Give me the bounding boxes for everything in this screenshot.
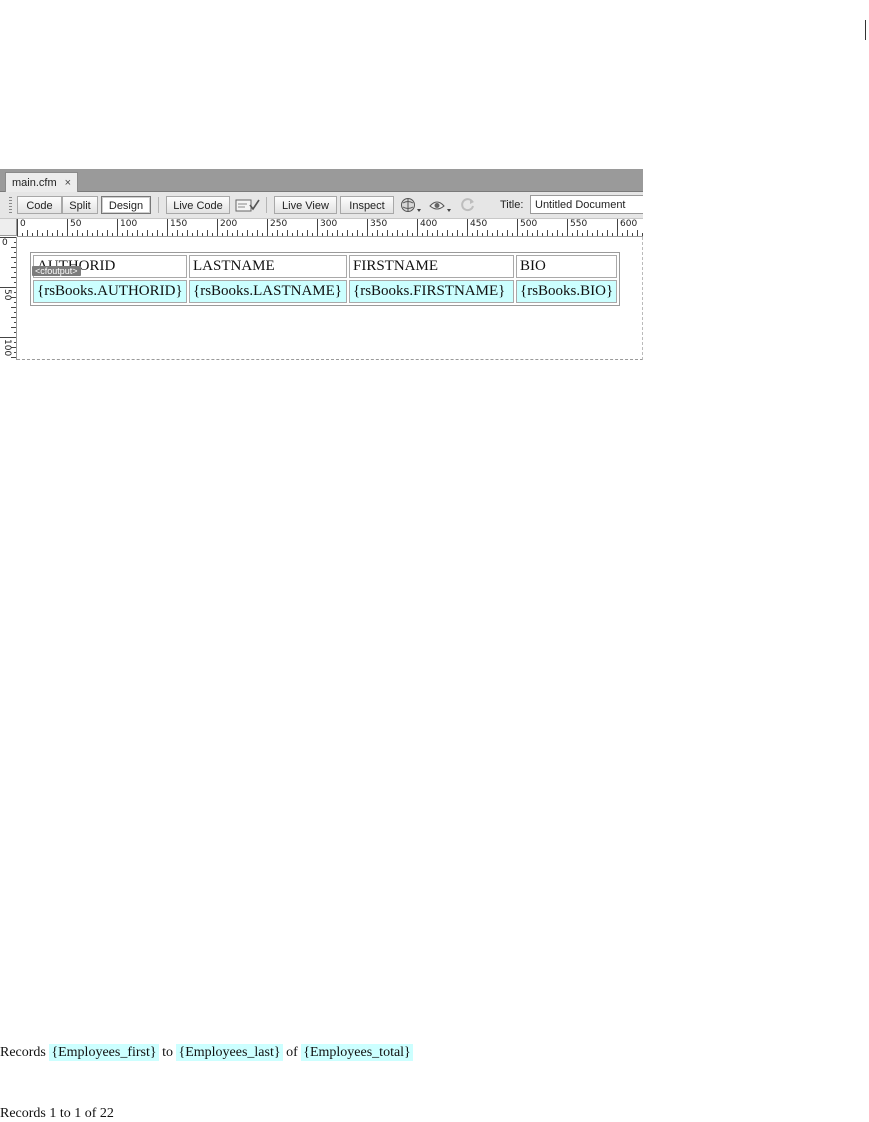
ruler-label: 300 (320, 219, 338, 229)
dynamic-employees-last[interactable]: {Employees_last} (176, 1044, 283, 1061)
cfoutput-tag-badge[interactable]: <cfoutput> (32, 266, 81, 276)
dynamic-cell-firstname[interactable]: {rsBooks.FIRSTNAME} (349, 280, 514, 303)
ruler-label: 0 (2, 238, 8, 248)
records-rendered-line: Records 1 to 1 of 22 (0, 1106, 114, 1121)
records-of: of (286, 1045, 298, 1060)
ruler-label: 100 (2, 339, 12, 357)
browser-check-icon[interactable] (235, 196, 261, 214)
records-template-line: Records {Employees_first} to {Employees_… (0, 1044, 413, 1061)
tab-main-cfm[interactable]: main.cfm × (5, 172, 79, 193)
dynamic-cell-bio[interactable]: {rsBooks.BIO} (516, 280, 618, 303)
toolbar-grip-icon[interactable] (9, 197, 12, 213)
document-tab-bar: main.cfm × (0, 169, 643, 193)
header-cell-lastname[interactable]: LASTNAME (189, 255, 347, 278)
page-margin-mark (865, 20, 866, 40)
ruler-label: 50 (70, 219, 82, 229)
split-view-button[interactable]: Split (62, 196, 98, 214)
ruler-label: 400 (420, 219, 438, 229)
ruler-label: 200 (220, 219, 238, 229)
ruler-label: 500 (520, 219, 538, 229)
design-view-button[interactable]: Design (101, 196, 151, 214)
dynamic-employees-first[interactable]: {Employees_first} (49, 1044, 159, 1061)
inspect-button[interactable]: Inspect (340, 196, 394, 214)
ruler-label: 350 (370, 219, 388, 229)
close-icon[interactable]: × (65, 174, 71, 192)
visual-aids-icon[interactable] (428, 196, 454, 214)
dynamic-cell-lastname[interactable]: {rsBooks.LASTNAME} (189, 280, 347, 303)
header-cell-firstname[interactable]: FIRSTNAME (349, 255, 514, 278)
refresh-icon[interactable] (460, 196, 476, 214)
code-view-button[interactable]: Code (17, 196, 62, 214)
ruler-label: 50 (2, 289, 12, 301)
ruler-label: 0 (20, 219, 26, 229)
vertical-ruler[interactable]: 0 50 100 (0, 237, 17, 360)
recordset-table[interactable]: AUTHORID LASTNAME FIRSTNAME BIO {rsBooks… (30, 252, 621, 306)
table-header-row: AUTHORID LASTNAME FIRSTNAME BIO (33, 255, 618, 278)
document-toolbar: Code Split Design Live Code Live View In… (0, 192, 643, 219)
ruler-label: 250 (270, 219, 288, 229)
globe-preview-icon[interactable] (400, 196, 424, 214)
ruler-label: 450 (470, 219, 488, 229)
table-row: {rsBooks.AUTHORID} {rsBooks.LASTNAME} {r… (33, 280, 618, 303)
dynamic-cell-authorid[interactable]: {rsBooks.AUTHORID} (33, 280, 187, 303)
ruler-label: 100 (120, 219, 138, 229)
dynamic-employees-total[interactable]: {Employees_total} (301, 1044, 413, 1061)
horizontal-ruler[interactable]: 0 50 100 150 200 250 300 350 400 450 500… (17, 219, 643, 237)
live-view-button[interactable]: Live View (274, 196, 337, 214)
toolbar-separator (158, 197, 159, 213)
ruler-corner (0, 219, 17, 236)
title-label: Title: (500, 199, 524, 211)
live-code-button[interactable]: Live Code (166, 196, 230, 214)
tab-filename: main.cfm (12, 177, 57, 189)
records-prefix: Records (0, 1045, 46, 1060)
ruler-label: 550 (570, 219, 588, 229)
ruler-label: 600 (620, 219, 638, 229)
ruler-label: 150 (170, 219, 188, 229)
dreamweaver-document-window: main.cfm × Code Split Design Live Code L… (0, 169, 643, 360)
toolbar-separator (266, 197, 267, 213)
document-title-input[interactable] (530, 195, 643, 214)
design-view-canvas[interactable]: AUTHORID LASTNAME FIRSTNAME BIO {rsBooks… (17, 237, 643, 360)
records-to: to (162, 1045, 173, 1060)
header-cell-bio[interactable]: BIO (516, 255, 618, 278)
